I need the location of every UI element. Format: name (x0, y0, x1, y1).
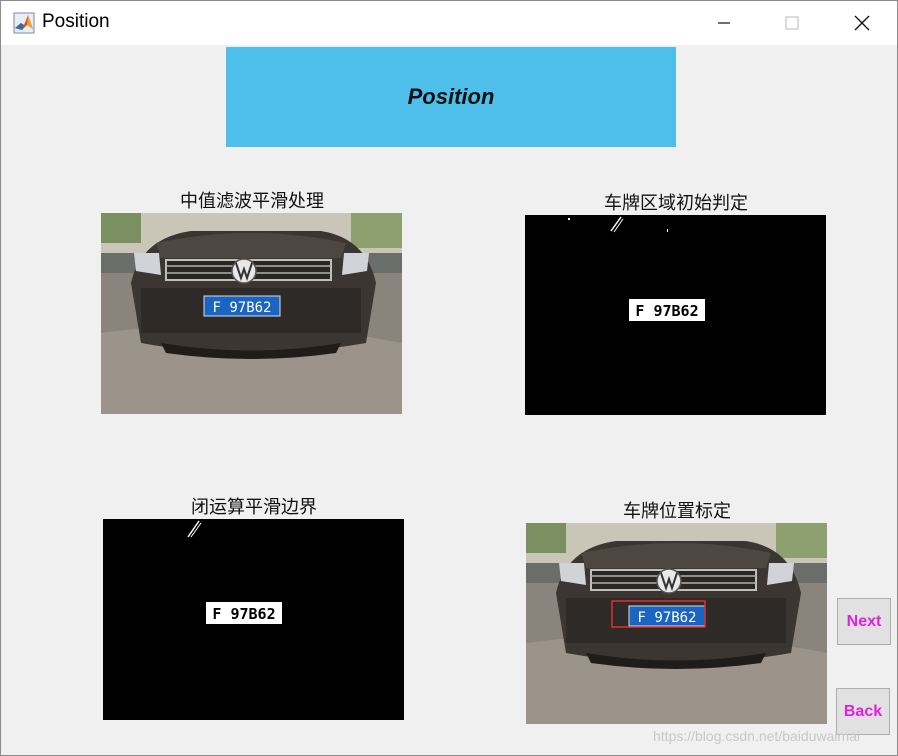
panel-title-initial-region: 车牌区域初始判定 (604, 193, 748, 214)
panel-title-closing: 闭运算平滑边界 (191, 497, 317, 518)
window-title: Position (42, 11, 110, 32)
maximize-icon (785, 16, 799, 30)
close-button[interactable] (827, 1, 897, 45)
banner-title: Position (407, 84, 495, 109)
image-binary-plate-closed: F 97B62 (103, 519, 404, 720)
watermark-text: https://blog.csdn.net/baiduwaimai (653, 728, 861, 744)
image-binary-plate-mask: F 97B62 (525, 215, 826, 415)
located-plate-text: F 97B62 (637, 610, 696, 626)
image-located-plate-car: F 97B62 (526, 523, 827, 724)
car-plate-text: F 97B62 (212, 300, 271, 316)
minimize-icon (718, 22, 730, 24)
panel-title-position: 车牌位置标定 (623, 501, 731, 522)
app-window: Position Position 中值滤波平滑处理 F 97B62 车牌区域初… (0, 0, 898, 756)
minimize-button[interactable] (689, 1, 759, 45)
matlab-icon (13, 12, 35, 34)
next-button[interactable]: Next (837, 598, 891, 645)
image-median-filtered-car: F 97B62 (101, 213, 402, 414)
plate-closed-text: F 97B62 (212, 605, 275, 623)
title-banner: Position (226, 47, 676, 147)
close-icon (854, 15, 870, 31)
title-bar: Position (1, 1, 897, 45)
maximize-button[interactable] (757, 1, 827, 45)
plate-mask-text: F 97B62 (635, 302, 698, 320)
panel-title-median-filter: 中值滤波平滑处理 (180, 191, 324, 212)
